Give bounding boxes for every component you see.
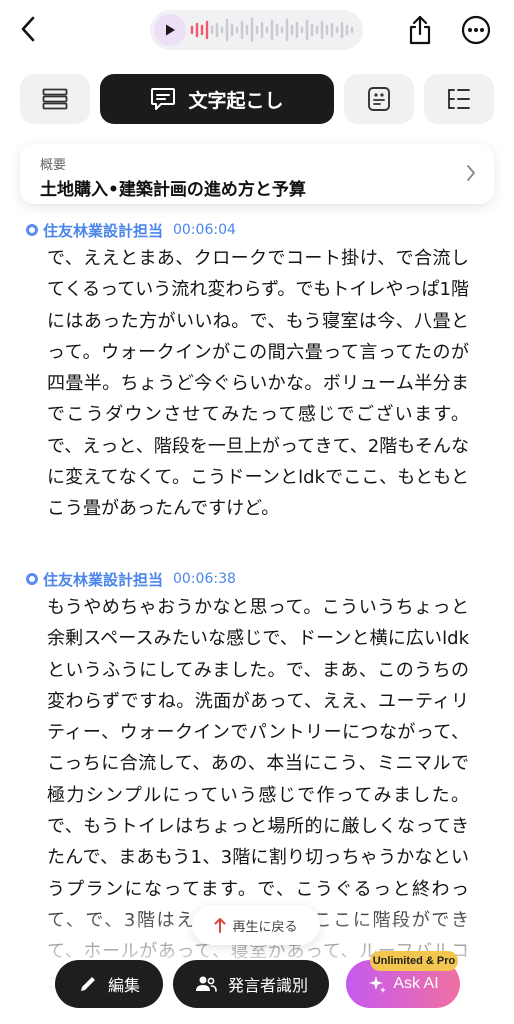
more-button[interactable] xyxy=(459,13,493,47)
return-to-playback-label: 再生に戻る xyxy=(232,919,298,935)
speaker-dot-icon xyxy=(26,224,38,236)
pencil-icon xyxy=(80,977,95,991)
view-tabs: 文字起こし xyxy=(20,74,494,124)
edit-button[interactable]: 編集 xyxy=(55,960,163,1008)
share-button[interactable] xyxy=(404,13,436,47)
speaker-identification-label: 発言者識別 xyxy=(227,976,308,995)
chevron-right-icon xyxy=(467,165,475,181)
sparkle-icon xyxy=(369,976,387,993)
speaker-identification-button[interactable]: 発言者識別 xyxy=(173,960,329,1008)
list-icon xyxy=(42,88,68,110)
segment-header: 住友林業設計担当 00:06:38 xyxy=(26,566,496,592)
mindmap-icon xyxy=(448,89,470,109)
segment-timestamp[interactable]: 00:06:38 xyxy=(173,571,236,587)
play-icon xyxy=(166,24,175,36)
tab-transcript[interactable]: 文字起こし xyxy=(100,74,334,124)
speaker-dot-icon xyxy=(26,573,38,585)
edit-label: 編集 xyxy=(107,976,140,995)
chevron-left-icon xyxy=(21,16,35,42)
tab-notes[interactable] xyxy=(344,74,414,124)
tab-transcript-label: 文字起こし xyxy=(188,89,284,112)
segment-header: 住友林業設計担当 00:06:04 xyxy=(26,217,496,243)
summary-kicker: 概要 xyxy=(40,158,67,173)
tab-mindmap[interactable] xyxy=(424,74,494,124)
segment-text[interactable]: で、ええとまあ、クロークでコート掛け、で合流してくるっていう流れ変わらず。でもト… xyxy=(47,243,469,525)
speaker-name[interactable]: 住友林業設計担当 xyxy=(43,569,163,590)
summary-card[interactable]: 概要 土地購入•建築計画の進め方と予算 xyxy=(20,144,494,204)
speaker-name[interactable]: 住友林業設計担当 xyxy=(43,220,163,241)
people-icon xyxy=(195,976,217,992)
waveform[interactable] xyxy=(190,16,358,44)
top-bar xyxy=(0,0,514,62)
summary-title: 土地購入•建築計画の進め方と予算 xyxy=(40,180,306,200)
share-icon xyxy=(409,15,431,45)
back-button[interactable] xyxy=(14,14,42,44)
transcript-segment: 住友林業設計担当 00:06:04 で、ええとまあ、クロークでコート掛け、で合流… xyxy=(26,217,496,525)
play-button[interactable] xyxy=(154,14,186,46)
tab-outline[interactable] xyxy=(20,74,90,124)
audio-player[interactable] xyxy=(150,10,363,50)
segment-timestamp[interactable]: 00:06:04 xyxy=(173,222,236,238)
chat-bubble-icon xyxy=(151,88,176,110)
note-icon xyxy=(368,87,390,111)
plan-badge: Unlimited & Pro xyxy=(370,951,458,971)
ask-ai-label: Ask AI xyxy=(393,975,439,992)
ellipsis-circle-icon xyxy=(461,15,491,45)
return-to-playback-button[interactable]: 再生に戻る xyxy=(192,905,320,945)
arrow-up-icon xyxy=(214,918,226,933)
